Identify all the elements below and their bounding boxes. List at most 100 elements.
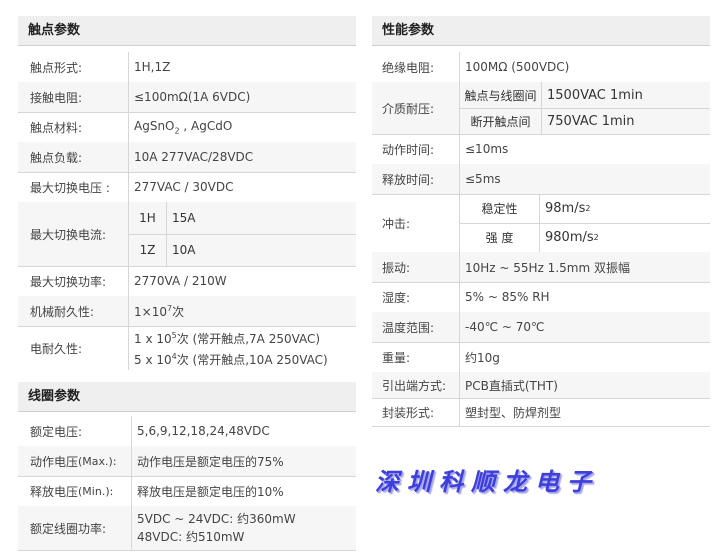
operate-time-row: 动作时间: ≤10ms [372,134,710,165]
rated-voltage-label: 额定电压: [18,416,132,446]
elec-life-line-1-base: 1 x 10 [134,332,172,346]
shock-sub-label: 强 度 [460,223,540,252]
pickup-label-note: (Max.): [78,454,117,468]
shock-row: 冲击: 稳定性 98m/s 2 强 度 980m/s 2 [372,194,710,253]
release-time-label: 释放时间: [372,164,460,194]
elec-life-line-2-text: 次 (常开触点,10A 250VAC) [176,353,328,367]
terminal-label: 引出端方式: [372,372,460,398]
vibration-value: 10Hz ~ 55Hz 1.5mm 双振幅 [465,260,630,275]
contact-form-label: 触点形式: [18,52,129,82]
humidity-value: 5% ~ 85% RH [465,290,550,304]
pickup-voltage-label: 动作电压 (Max.): [18,446,132,476]
temperature-label: 温度范围: [372,312,460,342]
dielectric-subtable: 触点与线圈间 1500VAC 1min 断开触点间 750VAC 1min [460,82,710,134]
release-time-row: 释放时间: ≤5ms [372,164,710,195]
contact-material-label: 触点材料: [18,112,129,142]
mech-life-label: 机械耐久性: [18,296,129,326]
max-power-value: 2770VA / 210W [134,274,227,288]
material-base-text: AgSnO [134,118,175,133]
shock-sub-label: 稳定性 [460,194,540,223]
vibration-row: 振动: 10Hz ~ 55Hz 1.5mm 双振幅 [372,252,710,283]
max-power-row: 最大切换功率: 2770VA / 210W [18,266,356,297]
contact-params-panel: 触点参数 触点形式: 1H,1Z 接触电阻: ≤100mΩ(1A 6VDC) 触… [18,16,356,370]
shock-sub-value-exp: 2 [585,204,591,213]
mech-life-row: 机械耐久性: 1×107次 [18,296,356,327]
shock-subrow: 强 度 980m/s 2 [460,223,710,252]
shock-sub-value-text: 980m/s [545,230,594,245]
shock-sub-value: 980m/s 2 [540,223,710,252]
contact-form-row: 触点形式: 1H,1Z [18,52,356,83]
elec-life-line-2: 5 x 104次 (常开触点,10A 250VAC) [134,348,356,369]
elec-life-line-1: 1 x 105次 (常开触点,7A 250VAC) [134,327,356,348]
mech-life-base: 1×10 [134,304,167,319]
elec-life-line-2-base: 5 x 10 [134,353,172,367]
coil-power-label: 额定线圈功率: [18,506,132,550]
coil-power-row: 额定线圈功率: 5VDC ~ 24VDC: 约360mW 48VDC: 约510… [18,506,356,551]
contact-load-label: 触点负载: [18,142,129,172]
elec-life-line-1-text: 次 (常开触点,7A 250VAC) [176,332,321,346]
dielectric-row: 介质耐压: 触点与线圈间 1500VAC 1min 断开触点间 750VAC 1… [372,82,710,135]
coil-params-panel: 线圈参数 额定电压: 5,6,9,12,18,24,48VDC 动作电压 (Max… [18,382,356,554]
coil-power-line-2: 48VDC: 约510mW [137,530,245,544]
pickup-voltage-value: 动作电压是额定电压的75% [137,454,284,469]
contact-form-value: 1H,1Z [134,60,171,74]
dielectric-subrow: 触点与线圈间 1500VAC 1min [460,82,710,109]
insulation-label: 绝缘电阻: [372,52,460,82]
coil-params-title: 线圈参数 [18,382,356,412]
dielectric-sub-value: 750VAC 1min [547,113,635,129]
contact-resistance-value: ≤100mΩ(1A 6VDC) [134,90,251,104]
contact-params-title: 触点参数 [18,16,356,46]
humidity-row: 湿度: 5% ~ 85% RH [372,282,710,313]
package-row: 封装形式: 塑封型、防焊剂型 [372,398,710,427]
package-value: 塑封型、防焊剂型 [465,405,562,420]
contact-load-value: 10A 277VAC/28VDC [134,150,254,164]
dielectric-sub-label: 断开触点间 [460,108,542,134]
elec-life-label: 电耐久性: [18,326,129,370]
max-current-subrow: 1Z 10A [129,234,356,266]
release-voltage-value: 释放电压是额定电压的10% [137,484,284,499]
insulation-value: 100MΩ (500VDC) [465,60,570,74]
insulation-row: 绝缘电阻: 100MΩ (500VDC) [372,52,710,83]
max-current-subrow: 1H 15A [129,202,356,235]
weight-value: 约10g [465,350,500,365]
max-voltage-value: 277VAC / 30VDC [134,180,234,194]
max-current-label: 最大切换电流: [18,202,129,266]
dielectric-sub-value: 1500VAC 1min [547,87,643,103]
performance-params-title: 性能参数 [372,16,710,46]
shock-subtable: 稳定性 98m/s 2 强 度 980m/s 2 [460,194,710,252]
max-voltage-row: 最大切换电压 : 277VAC / 30VDC [18,172,356,203]
package-label: 封装形式: [372,398,460,426]
shock-subrow: 稳定性 98m/s 2 [460,194,710,224]
temperature-row: 温度范围: -40℃ ~ 70℃ [372,312,710,343]
mech-life-unit: 次 [172,304,185,319]
material-alt-text: , AgCdO [179,118,233,133]
shock-sub-value-text: 98m/s [545,201,586,216]
shock-label: 冲击: [372,194,460,252]
elec-life-value: 1 x 105次 (常开触点,7A 250VAC) 5 x 104次 (常开触点… [129,326,356,370]
max-voltage-label: 最大切换电压 : [18,172,129,202]
terminal-row: 引出端方式: PCB直插式(THT) [372,372,710,399]
max-current-row: 最大切换电流: 1H 15A 1Z 10A [18,202,356,267]
coil-power-line-1: 5VDC ~ 24VDC: 约360mW [137,512,296,526]
weight-label: 重量: [372,342,460,372]
contact-material-value: AgSnO2 , AgCdO [129,112,356,142]
max-current-form-label: 1Z [129,234,167,266]
max-current-subtable: 1H 15A 1Z 10A [129,202,356,266]
company-brand-text: 深圳科顺龙电子 [375,467,599,496]
rated-voltage-row: 额定电压: 5,6,9,12,18,24,48VDC [18,416,356,447]
release-label-text: 释放电压 [30,484,79,499]
release-voltage-row: 释放电压 (Min.): 释放电压是额定电压的10% [18,476,356,507]
performance-params-panel: 性能参数 绝缘电阻: 100MΩ (500VDC) 介质耐压: 触点与线圈间 1… [372,16,710,427]
mech-life-value: 1×107次 [129,296,356,326]
max-power-label: 最大切换功率: [18,266,129,296]
terminal-value: PCB直插式(THT) [465,378,558,393]
pickup-label-text: 动作电压 [30,454,79,469]
vibration-label: 振动: [372,252,460,282]
weight-row: 重量: 约10g [372,342,710,373]
contact-resistance-row: 接触电阻: ≤100mΩ(1A 6VDC) [18,82,356,113]
max-current-form-value: 15A [172,211,196,225]
humidity-label: 湿度: [372,282,460,312]
rated-voltage-value: 5,6,9,12,18,24,48VDC [137,424,270,438]
release-voltage-label: 释放电压 (Min.): [18,476,132,506]
operate-time-value: ≤10ms [465,142,509,156]
